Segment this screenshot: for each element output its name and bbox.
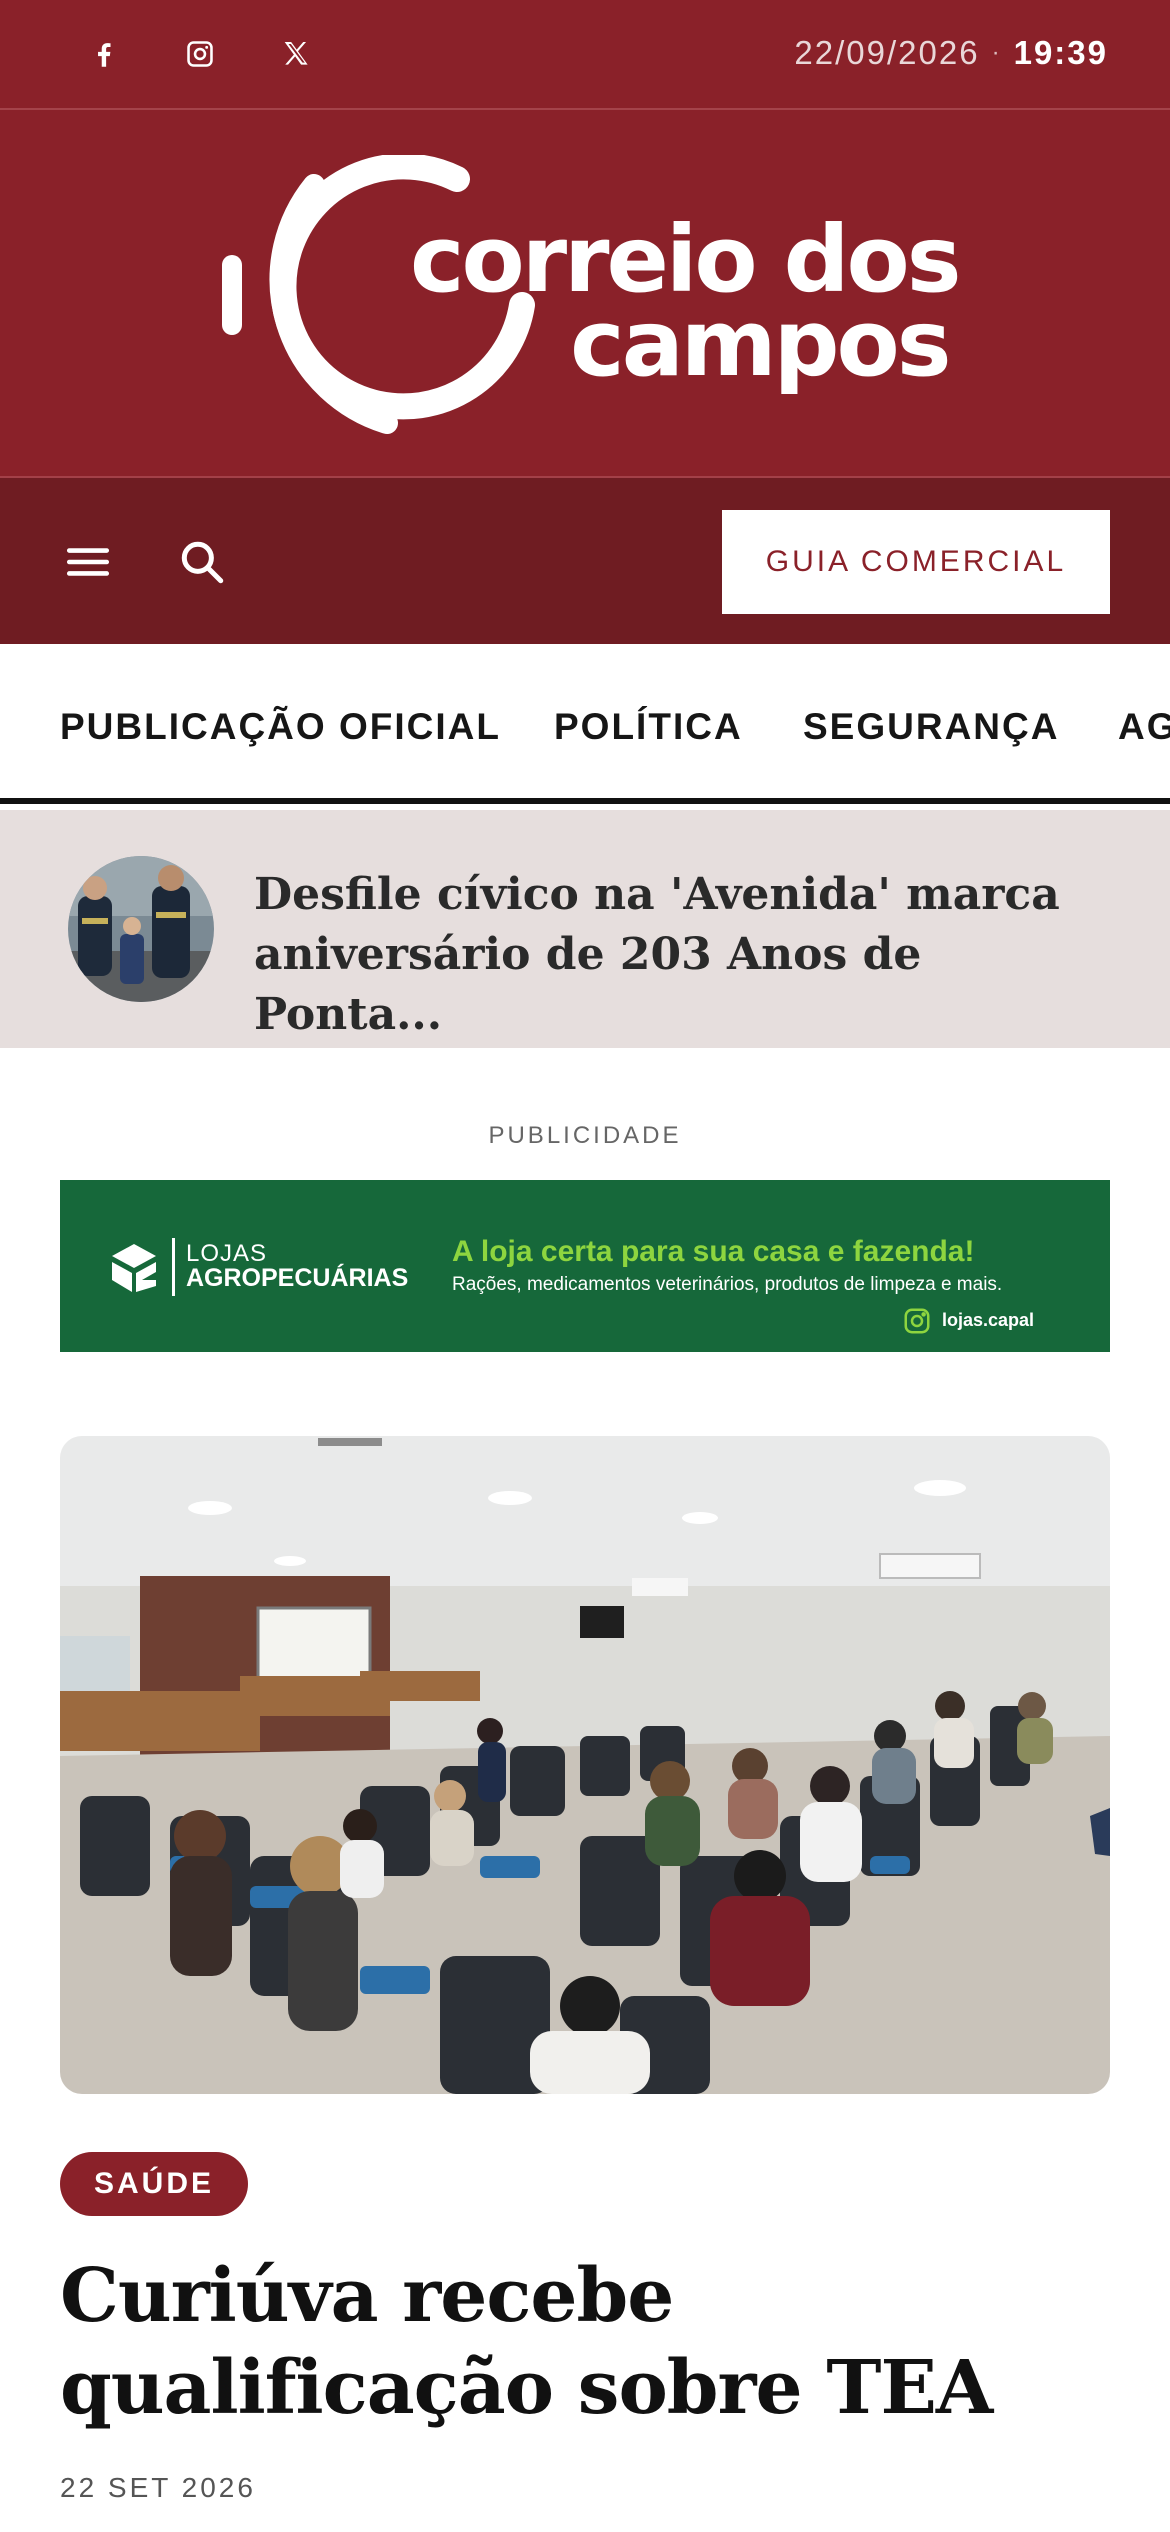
logo-wordmark: correio dos campos — [410, 214, 961, 397]
x-icon[interactable] — [272, 30, 320, 78]
nav-bar: GUIA COMERCIAL — [0, 478, 1170, 644]
article-hero-image[interactable] — [60, 1436, 1110, 2094]
ad-divider — [172, 1238, 175, 1296]
ad-headline: A loja certa para sua casa e fazenda! — [452, 1235, 975, 1268]
highlight-thumbnail — [68, 856, 214, 1002]
ad-subline: Rações, medicamentos veterinários, produ… — [452, 1274, 1003, 1295]
current-time: 19:39 — [1013, 34, 1108, 71]
instagram-icon — [904, 1308, 930, 1334]
search-icon[interactable] — [170, 530, 234, 594]
current-date: 22/09/2026 — [794, 34, 980, 71]
facebook-icon[interactable] — [80, 30, 128, 78]
ad-instagram-handle: lojas.capal — [942, 1310, 1035, 1330]
top-bar: 22/09/2026 · 19:39 — [0, 0, 1170, 110]
category-seguranca[interactable]: SEGURANÇA — [803, 706, 1059, 748]
article-category-badge[interactable]: SAÚDE — [60, 2152, 249, 2216]
highlight-title[interactable]: Desfile cívico na 'Avenida' marca aniver… — [254, 865, 1074, 1045]
category-publicacao-oficial[interactable]: PUBLICAÇÃO OFICIAL — [60, 706, 501, 748]
guia-comercial-button[interactable]: GUIA COMERCIAL — [722, 510, 1110, 614]
hamburger-menu-icon[interactable] — [56, 530, 120, 594]
article-title[interactable]: Curiúva recebe qualificação sobre TEA — [60, 2250, 1110, 2434]
date-time-separator: · — [991, 39, 1002, 66]
highlight-story[interactable]: Desfile cívico na 'Avenida' marca aniver… — [0, 810, 1170, 1048]
category-agro[interactable]: AG — [1118, 706, 1170, 748]
advertising-label: PUBLICIDADE — [488, 1122, 682, 1149]
ad-brand-line-2: AGROPECUÁRIAS — [186, 1264, 409, 1292]
site-logo[interactable]: correio dos campos — [0, 110, 1170, 478]
category-politica[interactable]: POLÍTICA — [554, 706, 743, 748]
logo-line-2: campos — [570, 290, 951, 397]
category-nav: PUBLICAÇÃO OFICIAL POLÍTICA SEGURANÇA AG — [0, 644, 1170, 804]
instagram-icon[interactable] — [176, 30, 224, 78]
ad-banner[interactable]: LOJAS AGROPECUÁRIAS A loja certa para su… — [60, 1180, 1110, 1352]
logo-band: correio dos campos — [0, 110, 1170, 478]
date-time: 22/09/2026 · 19:39 — [794, 34, 1108, 72]
lojas-logo-icon — [112, 1244, 156, 1292]
article-date: 22 SET 2026 — [60, 2472, 256, 2503]
